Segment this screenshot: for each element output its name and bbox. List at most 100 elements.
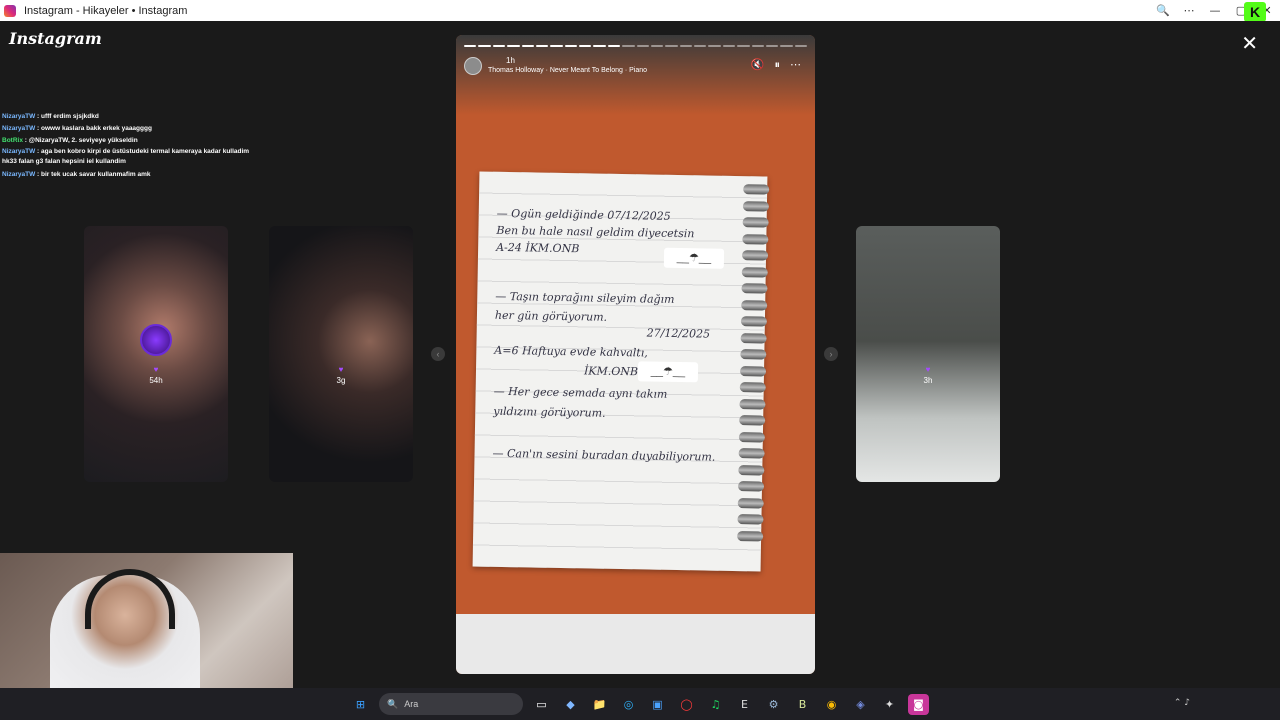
notebook-photo: — Ogün geldiğinde 07/12/2025 Ben bu hale… [472, 171, 770, 572]
minimize-button[interactable]: — [1202, 4, 1228, 17]
story-age: 3g [336, 376, 346, 385]
story-controls: 🔇 ⏸ ⋯ [751, 58, 801, 72]
story-timestamp: 1h [506, 56, 515, 65]
taskbar-search[interactable]: 🔍 Ara [379, 693, 523, 715]
search-icon: 🔍 [387, 698, 399, 709]
task-view-icon[interactable]: ▭ [531, 694, 552, 715]
next-story-button[interactable]: › [824, 347, 838, 361]
system-tray[interactable]: ⌃ ♪ [1174, 698, 1190, 708]
chat-message: NizaryaTW : bir tek ucak savar kullanmaf… [2, 171, 151, 178]
active-story[interactable]: 1h Thomas Holloway · Never Meant To Belo… [456, 35, 815, 674]
spiral-ring [740, 332, 767, 344]
progress-segment [737, 45, 750, 47]
note-text: 27/12/2025 [646, 326, 711, 341]
progress-segment [765, 45, 779, 47]
avatar[interactable] [464, 57, 482, 75]
avatar [140, 324, 172, 356]
stream-chat-overlay: NizaryaTW : ufff erdim sjsjkdkd NizaryaT… [2, 111, 262, 181]
progress-segment [694, 45, 707, 47]
spiral-ring [742, 233, 769, 245]
spiral-ring [738, 464, 765, 476]
heart-icon: ♥ [925, 365, 931, 374]
edge-icon[interactable]: ◎ [618, 694, 639, 715]
progress-segment [492, 45, 506, 47]
betterdiscord-icon[interactable]: B [792, 694, 813, 715]
window-titlebar: Instagram - Hikayeler • Instagram 🔍 ⋯ — … [0, 0, 1280, 22]
instagram-logo[interactable]: Instagram [9, 29, 102, 48]
spiral-ring [737, 497, 764, 509]
spotify-icon[interactable]: ♫ [705, 694, 726, 715]
progress-segment [679, 45, 692, 47]
mute-icon[interactable]: 🔇 [751, 58, 765, 72]
notebook-spiral [737, 184, 773, 554]
progress-segment [535, 45, 549, 47]
progress-segment [593, 45, 606, 47]
opera-icon[interactable]: ◯ [676, 694, 697, 715]
story-music-label[interactable]: Thomas Holloway · Never Meant To Belong … [488, 67, 647, 74]
story-progress-bar [464, 45, 807, 47]
spiral-ring [737, 514, 764, 525]
progress-segment [636, 45, 649, 47]
progress-segment [478, 45, 491, 47]
progress-segment [622, 45, 635, 47]
spiral-ring [742, 200, 769, 212]
zoom-icon[interactable]: 🔍 [1150, 4, 1176, 17]
taskbar-items: ⊞ 🔍 Ara ▭ ◆ 📁 ◎ ▣ ◯ ♫ E ⚙ B ◉ ◈ ✦ ◙ [350, 692, 929, 716]
story-age: 54h [149, 376, 163, 385]
spiral-ring [739, 415, 766, 426]
spiral-ring [741, 250, 769, 261]
spiral-ring [743, 184, 770, 195]
file-explorer-icon[interactable]: 📁 [589, 694, 610, 715]
story-bottom-area [456, 614, 815, 674]
progress-segment [780, 45, 793, 47]
note-text: İKM.ONB [583, 364, 639, 379]
note-text: A=6 Haftuya evde kahvaltı, [494, 343, 648, 360]
progress-segment [550, 45, 563, 47]
store-icon[interactable]: ▣ [647, 694, 668, 715]
spiral-ring [741, 283, 768, 294]
windows-start-icon[interactable]: ⊞ [350, 694, 371, 715]
window-title: Instagram - Hikayeler • Instagram [24, 4, 188, 17]
progress-segment [579, 45, 592, 47]
spiral-ring [739, 382, 766, 393]
previous-story-button[interactable]: ‹ [431, 347, 445, 361]
stories-viewer: Instagram ✕ NizaryaTW : ufff erdim sjsjk… [0, 21, 1280, 709]
chat-message: NizaryaTW : aga ben kobro kirpi de üstüs… [2, 148, 250, 165]
copilot-icon[interactable]: ◆ [560, 694, 581, 715]
progress-segment [751, 45, 764, 47]
progress-segment [722, 45, 736, 47]
discord-icon[interactable]: ◈ [850, 694, 871, 715]
obs-icon[interactable]: ✦ [879, 694, 900, 715]
heart-icon: ♥ [153, 365, 159, 374]
story-preview-left-1[interactable]: ♥ 54h [84, 226, 228, 482]
spiral-ring [741, 266, 768, 278]
progress-segment [794, 45, 807, 47]
pause-icon[interactable]: ⏸ [775, 58, 781, 72]
story-preview-right-1[interactable]: ♥ 3h [856, 226, 1000, 482]
epic-games-icon[interactable]: E [734, 694, 755, 715]
more-options-icon[interactable]: ⋯ [790, 58, 801, 72]
spiral-ring [742, 217, 769, 228]
instagram-app-icon [4, 4, 16, 17]
spiral-ring [737, 481, 765, 492]
umbrella-sticker: __☂__ [637, 361, 699, 383]
progress-segment [665, 45, 678, 47]
spiral-ring [738, 431, 765, 443]
note-text: her gün görüyorum. [494, 308, 608, 324]
progress-segment [564, 45, 577, 47]
more-menu-icon[interactable]: ⋯ [1176, 4, 1202, 17]
kick-logo-icon: K [1244, 2, 1266, 22]
note-text: yıldızını görüyorum. [493, 404, 606, 420]
close-stories-button[interactable]: ✕ [1241, 31, 1258, 55]
spiral-ring [737, 530, 764, 542]
steam-icon[interactable]: ⚙ [763, 694, 784, 715]
windows-taskbar: ⊞ 🔍 Ara ▭ ◆ 📁 ◎ ▣ ◯ ♫ E ⚙ B ◉ ◈ ✦ ◙ ⌃ ♪ [0, 688, 1280, 720]
note-text: A-24 İKM.ONB [496, 240, 580, 256]
heart-icon: ♥ [338, 365, 344, 374]
instagram-taskbar-icon[interactable]: ◙ [908, 693, 929, 715]
chrome-icon[interactable]: ◉ [821, 694, 842, 715]
progress-segment [464, 45, 477, 47]
webcam-overlay [0, 553, 293, 709]
progress-segment [650, 45, 664, 47]
story-preview-left-2[interactable]: ♥ 3g [269, 226, 413, 482]
